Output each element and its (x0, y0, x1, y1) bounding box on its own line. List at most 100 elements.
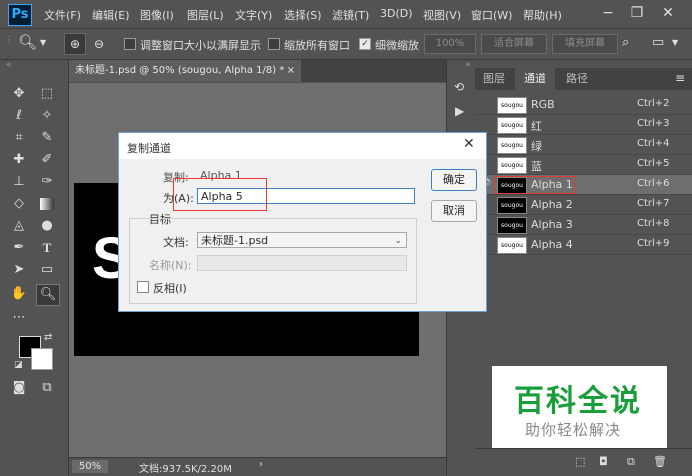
save-selection-icon[interactable]: ◘ (599, 455, 608, 468)
healing-tool-icon[interactable]: ✚ (8, 150, 30, 170)
menu-bar: Ps 文件(F) 编辑(E) 图像(I) 图层(L) 文字(Y) 选择(S) 滤… (0, 0, 692, 29)
channel-row[interactable]: sougou Alpha 3 Ctrl+8 (475, 215, 692, 235)
channel-shortcut: Ctrl+9 (637, 238, 670, 249)
doc-label: 文档: (163, 236, 189, 249)
workspace-chevron-icon[interactable]: ▼ (672, 38, 678, 47)
type-tool-icon[interactable]: T (36, 238, 58, 258)
photoshop-logo: Ps (8, 4, 32, 26)
zoom-tool-icon[interactable]: 🔍︎ (36, 284, 60, 306)
pen-tool-icon[interactable]: ✒ (8, 238, 30, 258)
eyedropper-tool-icon[interactable]: ✎ (36, 128, 58, 148)
tab-layers[interactable]: 图层 (475, 68, 513, 90)
history-brush-tool-icon[interactable]: ✑ (36, 172, 58, 192)
fill-screen-button[interactable]: 填充屏幕 (552, 34, 618, 54)
channel-row[interactable]: sougou 红 Ctrl+3 (475, 115, 692, 135)
stamp-tool-icon[interactable]: ⊥ (8, 172, 30, 192)
magic-wand-tool-icon[interactable]: ✧ (36, 106, 58, 126)
channel-thumbnail: sougou (497, 97, 527, 114)
menu-image[interactable]: 图像(I) (140, 7, 174, 23)
menu-edit[interactable]: 编辑(E) (92, 7, 130, 23)
dialog-titlebar: 复制通道 ✕ (119, 133, 486, 159)
tab-paths[interactable]: 路径 (557, 68, 597, 90)
minimize-button[interactable]: − (596, 2, 620, 24)
zoom-tool-preset-icon[interactable]: 🔍︎ (18, 33, 37, 51)
document-tab-bar: 未标题-1.psd @ 50% (sougou, Alpha 1/8) * × (69, 60, 474, 82)
zoom-level[interactable]: 50% (72, 460, 108, 473)
tab-channels[interactable]: 通道 (515, 68, 555, 90)
channel-name: 红 (531, 120, 542, 133)
channel-thumbnail: sougou (497, 237, 527, 254)
hand-tool-icon[interactable]: ✋ (8, 284, 30, 304)
new-channel-icon[interactable]: ⧉ (627, 455, 635, 469)
close-tab-icon[interactable]: × (287, 60, 295, 82)
menu-help[interactable]: 帮助(H) (523, 7, 562, 23)
blur-tool-icon[interactable]: ◬ (8, 216, 30, 236)
channel-row[interactable]: sougou 蓝 Ctrl+5 (475, 155, 692, 175)
lasso-tool-icon[interactable]: ℓ (8, 106, 30, 126)
close-window-button[interactable]: ✕ (656, 2, 680, 24)
watermark-subtitle: 助你轻松解决 (525, 421, 622, 439)
channel-row[interactable]: sougou RGB Ctrl+2 (475, 95, 692, 115)
channel-row[interactable]: sougou Alpha 4 Ctrl+9 (475, 235, 692, 255)
crop-tool-icon[interactable]: ⌗ (8, 128, 30, 148)
history-panel-icon[interactable]: ⟲ (454, 80, 464, 94)
actions-panel-icon[interactable]: ▶ (455, 104, 464, 118)
invert-checkbox[interactable] (137, 281, 149, 293)
ok-button[interactable]: 确定 (431, 169, 477, 191)
zoom-out-icon[interactable]: ⊖ (89, 34, 109, 54)
restore-button[interactable]: ❐ (625, 2, 649, 24)
document-tab[interactable]: 未标题-1.psd @ 50% (sougou, Alpha 1/8) * × (69, 60, 301, 82)
menu-file[interactable]: 文件(F) (44, 7, 81, 23)
scrubby-zoom-checkbox[interactable]: ✓ (359, 38, 371, 50)
zoom-all-checkbox[interactable] (268, 38, 280, 50)
chevron-down-icon[interactable]: ▼ (40, 38, 46, 47)
expand-icon[interactable]: » (465, 60, 471, 70)
channel-shortcut: Ctrl+8 (637, 218, 670, 229)
brush-tool-icon[interactable]: ✐ (36, 150, 58, 170)
zoom-in-icon[interactable]: ⊕ (64, 33, 86, 55)
menu-view[interactable]: 视图(V) (423, 7, 461, 23)
scrubby-zoom-label: 细微缩放 (375, 39, 419, 52)
fit-window-label: 调整窗口大小以满屏显示 (140, 39, 261, 52)
menu-window[interactable]: 窗口(W) (471, 7, 512, 23)
swap-colors-icon[interactable]: ⇄ (44, 332, 52, 343)
dialog-close-icon[interactable]: ✕ (463, 136, 475, 152)
marquee-tool-icon[interactable]: ⬚ (36, 84, 58, 104)
background-color-swatch[interactable] (31, 348, 53, 370)
delete-channel-icon[interactable]: 🗑︎ (653, 455, 667, 468)
cancel-button[interactable]: 取消 (431, 200, 477, 222)
path-select-tool-icon[interactable]: ➤ (8, 260, 30, 280)
name-label: 名称(N): (149, 259, 192, 272)
channel-row[interactable]: sougou Alpha 2 Ctrl+7 (475, 195, 692, 215)
channel-name: Alpha 2 (531, 198, 573, 211)
menu-filter[interactable]: 滤镜(T) (332, 7, 369, 23)
fit-screen-button[interactable]: 适合屏幕 (481, 34, 547, 54)
menu-3d[interactable]: 3D(D) (380, 7, 413, 20)
shape-tool-icon[interactable]: ▭ (36, 260, 58, 280)
more-tools-icon[interactable]: ⋯ (8, 308, 30, 328)
workspace-icon[interactable]: ▭ (652, 35, 664, 50)
channel-row[interactable]: sougou 绿 Ctrl+4 (475, 135, 692, 155)
load-selection-icon[interactable]: ⬚ (575, 455, 585, 468)
panel-menu-icon[interactable]: ≡ (675, 71, 685, 85)
search-icon[interactable]: ⌕ (622, 35, 629, 50)
screen-mode-icon[interactable]: ⧉ (36, 378, 58, 398)
dodge-tool-icon[interactable]: ● (36, 216, 58, 236)
collapse-icon[interactable]: « (6, 60, 12, 70)
quick-mask-icon[interactable]: ◙ (8, 378, 30, 398)
channel-shortcut: Ctrl+4 (637, 138, 670, 149)
options-bar: ⋮ 🔍︎ ▼ ⊕ ⊖ 调整窗口大小以满屏显示 缩放所有窗口 ✓ 细微缩放 100… (0, 29, 692, 60)
eraser-tool-icon[interactable]: ◇ (8, 194, 30, 214)
menu-type[interactable]: 文字(Y) (235, 7, 272, 23)
move-tool-icon[interactable]: ✥ (8, 84, 30, 104)
default-colors-icon[interactable]: ◪ (14, 360, 23, 370)
doc-select[interactable]: 未标题-1.psd ⌄ (197, 232, 407, 248)
menu-layer[interactable]: 图层(L) (187, 7, 224, 23)
gradient-tool-icon[interactable] (40, 198, 54, 210)
status-menu-icon[interactable]: › (259, 459, 263, 470)
fit-window-checkbox[interactable] (124, 38, 136, 50)
doc-select-value: 未标题-1.psd (201, 234, 269, 247)
status-bar: 50% 文档:937.5K/2.20M › (69, 457, 474, 476)
menu-select[interactable]: 选择(S) (284, 7, 322, 23)
percent-100-button[interactable]: 100% (424, 34, 476, 54)
